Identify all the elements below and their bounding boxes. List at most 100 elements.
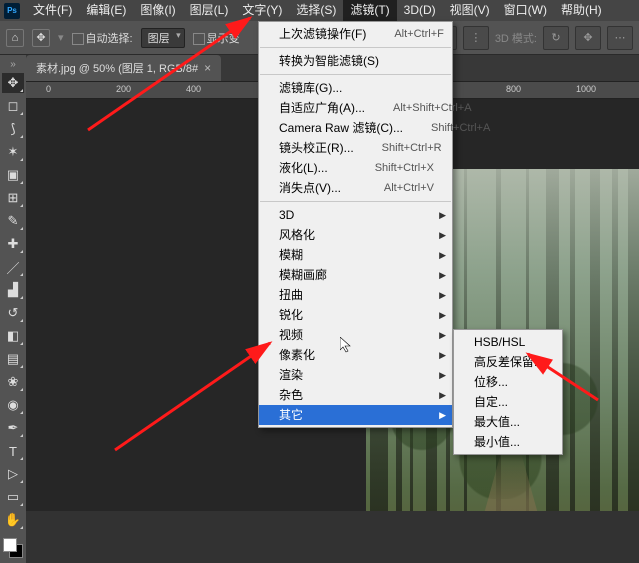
submenu-arrow-icon: ▶ xyxy=(439,227,446,243)
close-tab-icon[interactable]: × xyxy=(204,61,211,75)
filter-menu-item[interactable]: 扭曲 ▶ xyxy=(259,285,452,305)
filter-menu-item[interactable]: 转换为智能滤镜(S) xyxy=(259,51,452,71)
tools-collapse-icon[interactable]: » xyxy=(10,59,16,70)
filter-menu-item[interactable]: 像素化▶ xyxy=(259,345,452,365)
distribute-icon[interactable]: ⋮ xyxy=(463,26,489,50)
menu-window[interactable]: 窗口(W) xyxy=(497,0,554,21)
filter-menu-item[interactable]: 风格化 ▶ xyxy=(259,225,452,245)
auto-select-dropdown[interactable]: 图层 xyxy=(141,28,185,48)
filter-menu-item[interactable]: 视频▶ xyxy=(259,325,452,345)
frame-tool[interactable]: ⊞ xyxy=(2,188,24,208)
menu-edit[interactable]: 编辑(E) xyxy=(79,0,133,21)
history-brush-tool[interactable]: ↺ xyxy=(2,303,24,323)
pan-icon[interactable]: ✥ xyxy=(575,26,601,50)
document-tab[interactable]: 素材.jpg @ 50% (图层 1, RGB/8# × xyxy=(26,55,221,81)
menu-view[interactable]: 视图(V) xyxy=(443,0,497,21)
menu-type[interactable]: 文字(Y) xyxy=(235,0,289,21)
filter-menu-item[interactable]: 杂色▶ xyxy=(259,385,452,405)
type-tool[interactable]: T xyxy=(2,441,24,461)
blur-tool[interactable]: ❀ xyxy=(2,372,24,392)
auto-select-checkbox[interactable] xyxy=(72,33,84,45)
menu-item-label: 最小值... xyxy=(474,434,520,450)
eyedropper-tool[interactable]: ✎ xyxy=(2,211,24,231)
app-logo: Ps xyxy=(4,3,20,19)
menu-item-label: 模糊 xyxy=(279,247,303,263)
eraser-tool[interactable]: ◧ xyxy=(2,326,24,346)
filter-menu-item[interactable]: 消失点(V)...Alt+Ctrl+V xyxy=(259,178,452,198)
filter-menu-item[interactable]: 自适应广角(A)...Alt+Shift+Ctrl+A xyxy=(259,98,452,118)
menu-select[interactable]: 选择(S) xyxy=(289,0,343,21)
menu-item-label: HSB/HSL xyxy=(474,334,525,350)
menu-3d[interactable]: 3D(D) xyxy=(397,0,443,21)
submenu-arrow-icon: ▶ xyxy=(439,387,446,403)
menu-item-shortcut: Alt+Shift+Ctrl+A xyxy=(393,100,472,116)
menu-item-shortcut: Shift+Ctrl+R xyxy=(382,140,442,156)
submenu-item[interactable]: 高反差保留... xyxy=(454,352,562,372)
filter-menu-item[interactable]: 镜头校正(R)... Shift+Ctrl+R xyxy=(259,138,452,158)
submenu-arrow-icon: ▶ xyxy=(439,267,446,283)
menu-item-label: 扭曲 xyxy=(279,287,303,303)
path-select-tool[interactable]: ▷ xyxy=(2,464,24,484)
tools-panel: » ✥ ◻ ⟆ ✶ ▣ ⊞ ✎ ✚ ／ ▟ ↺ ◧ ▤ ❀ ◉ ✒ T ▷ ▭ ✋ xyxy=(0,55,26,563)
filter-menu-item[interactable]: 滤镜库(G)... xyxy=(259,78,452,98)
menu-item-label: 镜头校正(R)... xyxy=(279,140,354,156)
filter-menu-item[interactable]: 3D▶ xyxy=(259,205,452,225)
quick-select-tool[interactable]: ✶ xyxy=(2,142,24,162)
brush-tool[interactable]: ／ xyxy=(2,257,24,277)
menu-item-label: 锐化 xyxy=(279,307,303,323)
menu-bar: Ps 文件(F) 编辑(E) 图像(I) 图层(L) 文字(Y) 选择(S) 滤… xyxy=(0,0,639,21)
color-swatches[interactable] xyxy=(2,537,24,559)
move-tool[interactable]: ✥ xyxy=(2,73,24,93)
show-transform-label: 显示变 xyxy=(207,33,240,45)
show-transform-checkbox[interactable] xyxy=(193,33,205,45)
menu-filter[interactable]: 滤镜(T) xyxy=(343,0,396,21)
orbit-icon[interactable]: ↻ xyxy=(543,26,569,50)
menu-item-label: 最大值... xyxy=(474,414,520,430)
stamp-tool[interactable]: ▟ xyxy=(2,280,24,300)
menu-separator xyxy=(260,201,451,202)
submenu-arrow-icon: ▶ xyxy=(439,407,446,423)
shape-tool[interactable]: ▭ xyxy=(2,487,24,507)
filter-menu-item[interactable]: 其它▶ xyxy=(259,405,452,425)
menu-item-label: 视频 xyxy=(279,327,303,343)
filter-menu-item[interactable]: 上次滤镜操作(F) Alt+Ctrl+F xyxy=(259,24,452,44)
filter-menu-item[interactable]: 模糊 ▶ xyxy=(259,245,452,265)
ruler-tick: 200 xyxy=(116,84,131,94)
submenu-arrow-icon: ▶ xyxy=(439,347,446,363)
submenu-arrow-icon: ▶ xyxy=(439,287,446,303)
home-icon[interactable]: ⌂ xyxy=(6,29,24,47)
lasso-tool[interactable]: ⟆ xyxy=(2,119,24,139)
submenu-arrow-icon: ▶ xyxy=(439,247,446,263)
menu-item-label: 风格化 xyxy=(279,227,315,243)
hand-tool[interactable]: ✋ xyxy=(2,510,24,530)
options-icon[interactable]: ⋯ xyxy=(607,26,633,50)
menu-layer[interactable]: 图层(L) xyxy=(183,0,236,21)
menu-image[interactable]: 图像(I) xyxy=(133,0,182,21)
menu-item-label: 上次滤镜操作(F) xyxy=(279,26,366,42)
current-tool-icon[interactable]: ✥ xyxy=(32,29,50,47)
pen-tool[interactable]: ✒ xyxy=(2,418,24,438)
filter-menu-item[interactable]: 渲染▶ xyxy=(259,365,452,385)
crop-tool[interactable]: ▣ xyxy=(2,165,24,185)
submenu-item[interactable]: 自定... xyxy=(454,392,562,412)
filter-menu-item[interactable]: Camera Raw 滤镜(C)...Shift+Ctrl+A xyxy=(259,118,452,138)
submenu-item[interactable]: 最大值... xyxy=(454,412,562,432)
submenu-item[interactable]: 最小值... xyxy=(454,432,562,452)
gradient-tool[interactable]: ▤ xyxy=(2,349,24,369)
submenu-arrow-icon: ▶ xyxy=(439,307,446,323)
menu-item-shortcut: Shift+Ctrl+A xyxy=(431,120,490,136)
marquee-tool[interactable]: ◻ xyxy=(2,96,24,116)
menu-help[interactable]: 帮助(H) xyxy=(554,0,609,21)
submenu-item[interactable]: 位移... xyxy=(454,372,562,392)
menu-item-shortcut: Alt+Ctrl+F xyxy=(394,26,444,42)
submenu-item[interactable]: HSB/HSL xyxy=(454,332,562,352)
healing-tool[interactable]: ✚ xyxy=(2,234,24,254)
dodge-tool[interactable]: ◉ xyxy=(2,395,24,415)
ruler-tick: 1000 xyxy=(576,84,596,94)
filter-menu-item[interactable]: 液化(L)...Shift+Ctrl+X xyxy=(259,158,452,178)
submenu-arrow-icon: ▶ xyxy=(439,207,446,223)
ruler-tick: 0 xyxy=(46,84,51,94)
menu-file[interactable]: 文件(F) xyxy=(26,0,79,21)
filter-menu-item[interactable]: 锐化 ▶ xyxy=(259,305,452,325)
filter-menu-item[interactable]: 模糊画廊▶ xyxy=(259,265,452,285)
